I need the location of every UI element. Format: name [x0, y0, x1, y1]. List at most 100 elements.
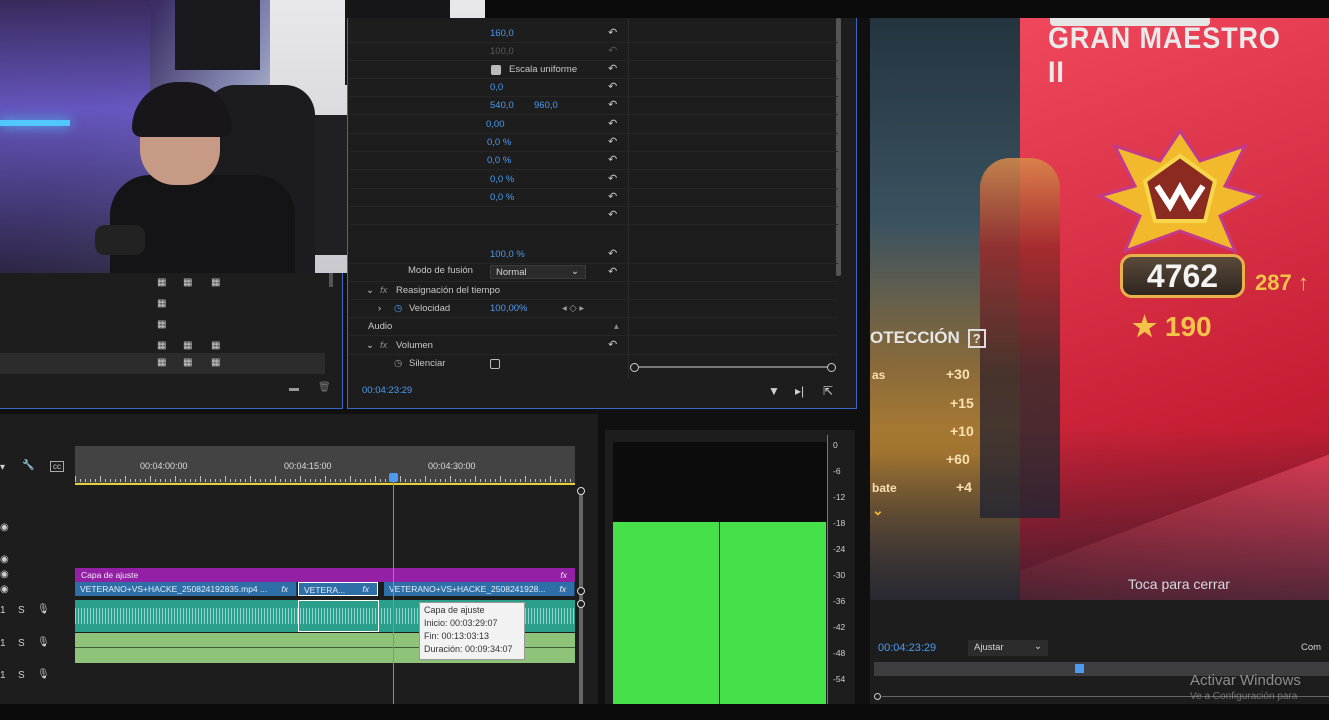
effect-row: ⌄ fx Reasignación del tiempo [348, 282, 838, 300]
reset-icon[interactable]: ↶ [608, 28, 620, 39]
ruler-tick [490, 479, 491, 482]
list-item[interactable]: ▦ [0, 315, 325, 336]
folder-icon[interactable]: ▬ [289, 383, 299, 394]
keyframe-nav-icon[interactable]: ◂ ◇ ▸ [562, 303, 584, 314]
param-value[interactable]: 160,0 [490, 28, 514, 39]
vertical-scrollbar[interactable] [329, 273, 333, 287]
param-value[interactable]: 540,0 [490, 100, 514, 111]
adjustment-layer-clip[interactable]: Capa de ajuste fx [75, 568, 575, 582]
ruler-tick [310, 479, 311, 482]
time-ruler[interactable]: 00:04:00:00 00:04:15:00 00:04:30:00 [75, 446, 575, 484]
blend-mode-label: Modo de fusión [408, 265, 473, 276]
track-lock-icon[interactable]: 1 [0, 670, 6, 681]
expand-chevron-icon[interactable]: › [378, 303, 381, 314]
eye-icon[interactable]: ◉ [0, 522, 9, 533]
reset-icon[interactable]: ↶ [608, 137, 620, 148]
play-only-audio-icon[interactable]: ▸| [795, 384, 804, 398]
param-value[interactable]: 960,0 [534, 100, 558, 111]
program-monitor-video[interactable]: GRAN MAESTRO II 4762 287 ↑ ★ 190 OTECCIÓ… [870, 18, 1329, 600]
vertical-scrollbar[interactable] [579, 489, 583, 704]
zoom-handle[interactable] [874, 693, 881, 700]
playhead-line[interactable] [393, 474, 394, 704]
program-monitor-controls: 00:04:23:29 Ajustar ⌄ Com Activar Windows… [870, 600, 1329, 704]
mute-checkbox[interactable] [490, 359, 500, 369]
eye-icon[interactable]: ◉ [0, 569, 9, 580]
scroll-handle[interactable] [577, 487, 585, 495]
stopwatch-icon[interactable]: ◷ [394, 358, 402, 369]
reset-icon[interactable]: ↶ [608, 192, 620, 203]
video-clip[interactable]: VETERANO+VS+HACKE_2508241928... fx [384, 582, 575, 596]
collapse-icon[interactable]: ▴ [614, 321, 619, 332]
reset-icon[interactable]: ↶ [608, 249, 620, 260]
ruler-tick [495, 479, 496, 482]
meter-scale-label: -30 [833, 570, 846, 580]
ruler-tick [300, 476, 301, 482]
effect-timecode[interactable]: 00:04:23:29 [362, 385, 412, 396]
scroll-handle[interactable] [577, 587, 585, 595]
program-playhead[interactable] [1075, 664, 1084, 673]
stopwatch-icon[interactable]: ◷ [394, 303, 402, 314]
reset-icon[interactable]: ↶ [608, 119, 620, 130]
reset-icon[interactable]: ↶ [608, 100, 620, 111]
fit-dropdown[interactable]: Ajustar ⌄ [968, 640, 1048, 656]
expand-chevron-icon[interactable]: ⌄ [366, 340, 374, 351]
eye-icon[interactable]: ◉ [0, 554, 9, 565]
eye-icon[interactable]: ◉ [0, 584, 9, 595]
clip-label: VETERANO+VS+HACKE_250824192835.mp4 ... [80, 584, 268, 594]
list-item[interactable]: ▦ ▦ ▦ [0, 353, 325, 374]
mic-icon[interactable]: 🎙 [37, 637, 50, 648]
video-clip-selected[interactable]: VETERA... fx [298, 582, 378, 596]
ruler-tick [535, 479, 536, 482]
speed-value[interactable]: 100,00% [490, 303, 528, 314]
param-value[interactable]: 0,0 % [490, 192, 514, 203]
program-timecode[interactable]: 00:04:23:29 [878, 642, 936, 654]
export-icon[interactable]: ⇱ [823, 384, 833, 398]
blend-mode-dropdown[interactable]: Normal ⌄ [490, 265, 586, 279]
tap-to-close-text: Toca para cerrar [1128, 576, 1230, 592]
captions-icon[interactable]: cc [50, 461, 64, 472]
track-lock-icon[interactable]: 1 [0, 638, 6, 649]
uniform-scale-checkbox[interactable] [491, 65, 501, 75]
reset-icon[interactable]: ↶ [608, 267, 620, 278]
reset-icon[interactable]: ↶ [608, 155, 620, 166]
mic-icon[interactable]: 🎙 [37, 604, 50, 615]
scroll-handle[interactable] [577, 600, 585, 608]
solo-button[interactable]: S [18, 638, 25, 649]
ruler-tick [115, 479, 116, 482]
param-value[interactable]: 0,0 % [490, 174, 514, 185]
filter-icon[interactable]: ▼ [768, 384, 780, 398]
work-area-bar[interactable] [75, 483, 575, 485]
expand-chevron-icon[interactable]: ⌄ [366, 285, 374, 296]
param-value[interactable]: 0,0 % [487, 137, 511, 148]
reset-icon[interactable]: ↶ [608, 340, 620, 351]
list-item[interactable]: ▦ ▦ ▦ [0, 273, 325, 294]
protection-label: OTECCIÓN? [870, 328, 986, 348]
mic-icon[interactable]: 🎙 [37, 669, 50, 680]
bin-icon: ▦ [183, 277, 193, 288]
param-value[interactable]: 100,0 % [490, 249, 525, 260]
ruler-tick [295, 479, 296, 482]
wrench-icon[interactable]: 🔧 [22, 460, 34, 471]
playhead-handle[interactable] [389, 473, 398, 482]
reset-icon[interactable]: ↶ [608, 82, 620, 93]
ruler-tick [510, 479, 511, 482]
param-value[interactable]: 0,00 [486, 119, 505, 130]
snap-icon[interactable]: ▾ [0, 462, 5, 473]
reset-icon[interactable]: ↶ [608, 174, 620, 185]
list-item[interactable]: ▦ [0, 294, 325, 315]
param-value[interactable]: 0,0 [490, 82, 503, 93]
audio-clip-selected[interactable] [298, 600, 379, 632]
tooltip-title: Capa de ajuste [424, 605, 485, 615]
trash-icon[interactable]: 🗑 [318, 382, 331, 393]
resolution-dropdown[interactable]: Com [1301, 642, 1321, 653]
solo-button[interactable]: S [18, 670, 25, 681]
track-lock-icon[interactable]: 1 [0, 605, 6, 616]
ruler-tick [315, 479, 316, 482]
param-value[interactable]: 0,0 % [487, 155, 511, 166]
ruler-tick [255, 479, 256, 482]
solo-button[interactable]: S [18, 605, 25, 616]
reset-icon[interactable]: ↶ [608, 64, 620, 75]
video-clip[interactable]: VETERANO+VS+HACKE_250824192835.mp4 ... f… [75, 582, 297, 596]
horizontal-zoom-scrollbar[interactable] [630, 363, 836, 372]
reset-icon[interactable]: ↶ [608, 210, 620, 221]
